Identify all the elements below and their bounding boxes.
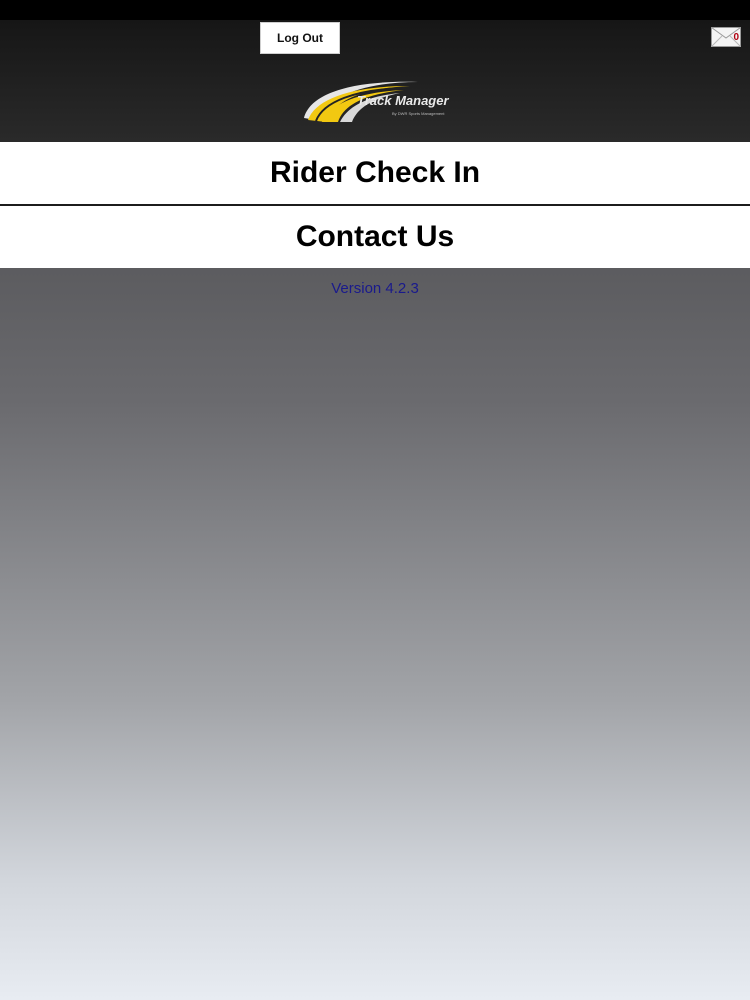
logo-subtitle: By DWR Sports Management	[392, 111, 445, 116]
contact-us-button[interactable]: Contact Us	[0, 206, 750, 268]
logo-title: Track Manager	[357, 93, 449, 108]
rider-check-in-button[interactable]: Rider Check In	[0, 142, 750, 204]
track-manager-logo: Track Manager By DWR Sports Management	[300, 74, 450, 130]
mail-button[interactable]: 0	[711, 27, 741, 47]
mail-count-badge: 0	[733, 31, 739, 43]
status-bar	[0, 0, 750, 20]
version-label: Version 4.2.3	[331, 280, 419, 297]
app-header: Log Out 0 Track Manager By DWR Sports Ma…	[0, 20, 750, 142]
logout-button[interactable]: Log Out	[260, 22, 340, 54]
